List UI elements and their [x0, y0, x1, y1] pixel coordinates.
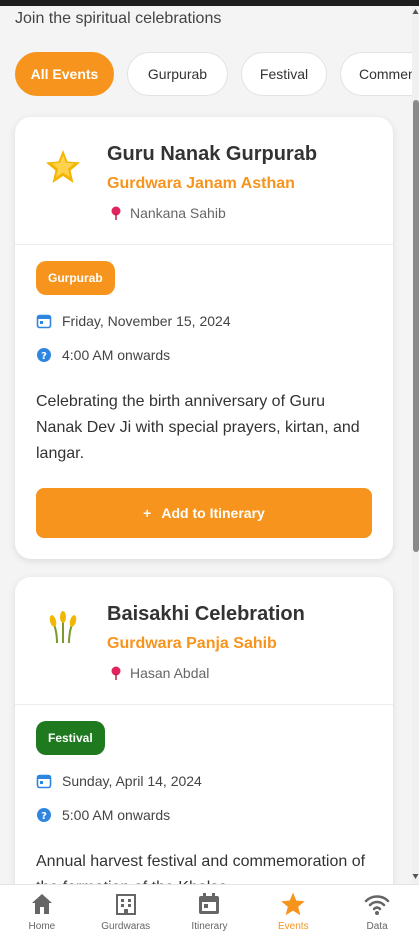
scroll-up-arrow-icon[interactable]	[412, 8, 419, 16]
event-time: ? 5:00 AM onwards	[36, 807, 372, 823]
event-time: ? 4:00 AM onwards	[36, 347, 372, 363]
star-icon	[281, 892, 306, 916]
location-pin-icon	[111, 666, 121, 680]
nav-gurdwaras-label: Gurdwaras	[101, 921, 151, 932]
svg-text:?: ?	[41, 351, 47, 362]
scroll-down-arrow-icon[interactable]	[412, 872, 419, 880]
clock-icon: ?	[37, 348, 51, 362]
event-location: Hasan Abdal	[110, 665, 209, 681]
event-card-body: Festival Sunday, April 14, 2024 ? 5:00 A…	[15, 705, 393, 884]
plus-icon: +	[143, 505, 152, 521]
calendar-icon	[199, 893, 220, 914]
nav-home[interactable]: Home	[0, 885, 84, 935]
calendar-icon	[36, 314, 52, 329]
bottom-nav: Home Gurdwaras Itinerary Events Data	[0, 884, 419, 935]
event-description: Celebrating the birth anniversary of Gur…	[36, 393, 360, 462]
event-title: Guru Nanak Gurpurab	[107, 143, 318, 165]
event-date: Friday, November 15, 2024	[36, 313, 372, 329]
add-to-itinerary-label: Add to Itinerary	[161, 505, 265, 521]
filter-chip-gurpurab[interactable]: Gurpurab	[127, 52, 228, 96]
filter-chip-festival[interactable]: Festival	[241, 52, 327, 96]
event-time-label: 5:00 AM onwards	[62, 807, 171, 823]
event-type-badge: Gurpurab	[36, 261, 115, 295]
event-location-label: Nankana Sahib	[130, 205, 226, 221]
event-card-header: Baisakhi Celebration Gurdwara Panja Sahi…	[15, 577, 393, 705]
event-gurdwara[interactable]: Gurdwara Janam Asthan	[107, 175, 295, 193]
page-subtitle: Join the spiritual celebrations	[15, 10, 222, 27]
event-date-label: Sunday, April 14, 2024	[62, 773, 202, 789]
events-scroll-area[interactable]: Join the spiritual celebrations All Even…	[0, 6, 412, 884]
event-card-header: Guru Nanak Gurpurab Gurdwara Janam Astha…	[15, 117, 393, 245]
wheat-icon	[49, 611, 77, 644]
nav-itinerary-label: Itinerary	[191, 921, 228, 932]
svg-text:?: ?	[41, 811, 47, 822]
nav-events[interactable]: Events	[251, 885, 335, 935]
event-type-badge: Festival	[36, 721, 105, 755]
event-gurdwara[interactable]: Gurdwara Panja Sahib	[107, 635, 277, 653]
wifi-icon	[364, 895, 390, 915]
nav-itinerary[interactable]: Itinerary	[168, 885, 252, 935]
home-icon	[31, 894, 52, 914]
calendar-icon	[36, 774, 52, 789]
add-to-itinerary-button[interactable]: + Add to Itinerary	[36, 488, 372, 538]
star-icon	[46, 150, 80, 183]
event-time-label: 4:00 AM onwards	[62, 347, 171, 363]
event-location: Nankana Sahib	[110, 205, 226, 221]
event-description: Annual harvest festival and commemoratio…	[36, 853, 366, 884]
nav-data-label: Data	[366, 921, 388, 932]
clock-icon: ?	[37, 808, 51, 822]
event-date-label: Friday, November 15, 2024	[62, 313, 231, 329]
nav-home-label: Home	[28, 921, 56, 932]
event-location-label: Hasan Abdal	[130, 665, 210, 681]
event-card: Baisakhi Celebration Gurdwara Panja Sahi…	[15, 577, 393, 884]
event-card: Guru Nanak Gurpurab Gurdwara Janam Astha…	[15, 117, 393, 559]
filter-chip-commemoration[interactable]: Commemoration	[340, 52, 412, 96]
nav-data[interactable]: Data	[335, 885, 419, 935]
event-card-body: Gurpurab Friday, November 15, 2024 ? 4:0…	[15, 245, 393, 558]
event-title: Baisakhi Celebration	[107, 603, 305, 625]
building-icon	[115, 894, 136, 915]
location-pin-icon	[111, 206, 121, 220]
nav-events-label: Events	[278, 921, 309, 932]
event-date: Sunday, April 14, 2024	[36, 773, 372, 789]
nav-gurdwaras[interactable]: Gurdwaras	[84, 885, 168, 935]
event-filter-bar: All Events Gurpurab Festival Commemorati…	[15, 52, 412, 96]
filter-chip-all-events[interactable]: All Events	[15, 52, 114, 96]
scrollbar-thumb[interactable]	[413, 100, 419, 552]
